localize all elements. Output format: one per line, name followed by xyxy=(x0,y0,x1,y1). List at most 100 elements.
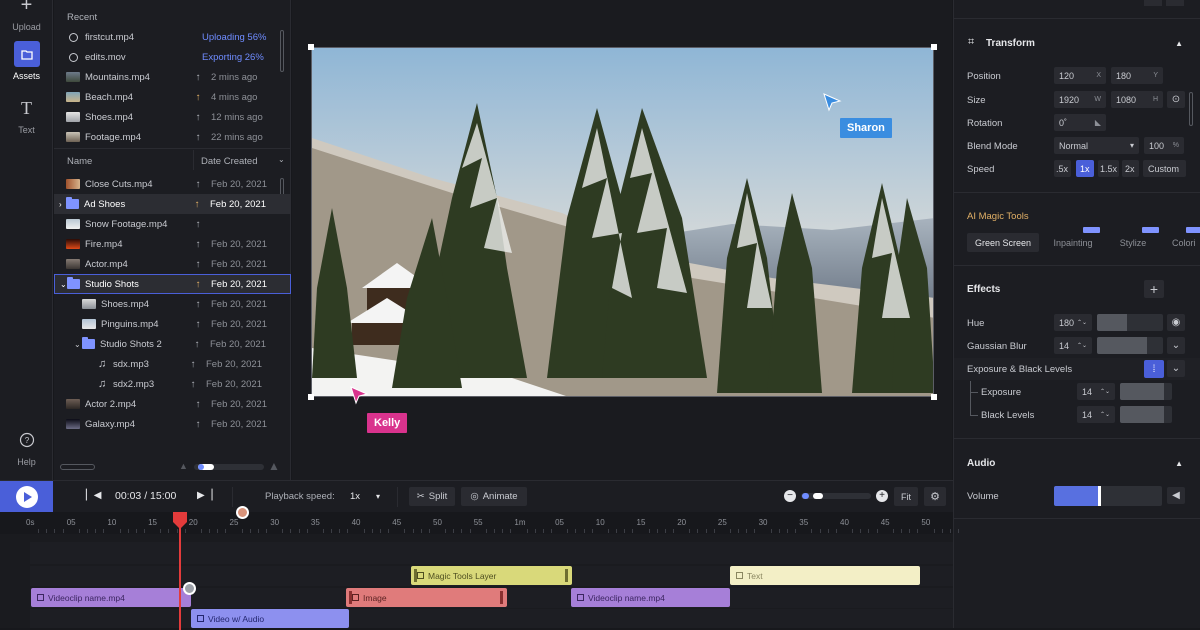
file-row[interactable]: Actor 2.mp4 ↑ Feb 20, 2021 xyxy=(54,394,291,414)
file-row[interactable]: ♫ sdx.mp3 ↑ Feb 20, 2021 xyxy=(54,354,291,374)
black-levels-field[interactable]: 14 ⌃⌄ xyxy=(1077,406,1115,423)
sort-chevron-icon[interactable]: ⌄ xyxy=(278,155,285,164)
speed-option[interactable]: Custom xyxy=(1143,160,1186,177)
file-row[interactable]: ♫ sdx2.mp3 ↑ Feb 20, 2021 xyxy=(54,374,291,394)
text-nav-button[interactable]: T Text xyxy=(0,95,53,136)
file-row[interactable]: Snow Footage.mp4 ↑ xyxy=(54,214,291,234)
timeline-clip-video[interactable]: Videoclip name.mp4 xyxy=(571,588,730,607)
resize-handle[interactable] xyxy=(308,394,314,400)
exposure-field[interactable]: 14 ⌃⌄ xyxy=(1077,383,1115,400)
skip-forward-icon[interactable]: ▶▕ xyxy=(197,490,212,501)
timeline-ruler[interactable]: 0s 05 10 15 20 25 30 35 40 45 50 55 1m 05 10 15 20 25 30 35… xyxy=(0,512,959,534)
recent-item[interactable]: Beach.mp4 ↑ 4 mins ago xyxy=(54,87,291,107)
playback-speed-select[interactable]: 1x ▾ xyxy=(344,487,388,506)
playhead-handle-icon[interactable] xyxy=(173,512,187,533)
collapse-chevron-icon[interactable]: ⌄ xyxy=(74,340,82,349)
link-icon[interactable]: ⊙ xyxy=(1167,91,1185,108)
resize-handle[interactable] xyxy=(308,44,314,50)
hue-field[interactable]: 180 ⌃⌄ xyxy=(1054,314,1092,331)
fit-button[interactable]: Fit xyxy=(894,487,918,506)
date-column-header[interactable]: Date Created xyxy=(201,156,258,167)
expand-chevron-icon[interactable]: › xyxy=(59,200,66,209)
clip-trim-handle[interactable] xyxy=(565,569,568,582)
speed-option-selected[interactable]: 1x xyxy=(1076,160,1094,177)
position-x-field[interactable]: 120 X xyxy=(1054,67,1106,84)
ruler-minor-tick xyxy=(143,529,145,533)
add-effect-icon[interactable]: + xyxy=(1144,280,1164,298)
ai-tab-stylize[interactable]: Stylize xyxy=(1109,233,1157,252)
eye-icon[interactable]: ◉ xyxy=(1167,314,1185,331)
ruler-tick-label: 55 xyxy=(473,518,483,527)
resize-handle[interactable] xyxy=(931,44,937,50)
file-row[interactable]: Fire.mp4 ↑ Feb 20, 2021 xyxy=(54,234,291,254)
ai-tab-inpainting[interactable]: Inpainting xyxy=(1043,233,1103,252)
hue-slider[interactable] xyxy=(1097,314,1163,331)
recent-item[interactable]: Mountains.mp4 ↑ 2 mins ago xyxy=(54,67,291,87)
zoom-slider-handle[interactable] xyxy=(813,493,823,499)
file-row[interactable]: › Ad Shoes ↑ Feb 20, 2021 xyxy=(54,194,291,214)
panel-button[interactable] xyxy=(1144,0,1162,6)
settings-gear-icon[interactable]: ⚙ xyxy=(924,487,946,506)
clip-trim-handle[interactable] xyxy=(414,569,417,582)
position-y-field[interactable]: 180 Y xyxy=(1111,67,1163,84)
volume-slider-handle[interactable] xyxy=(1098,486,1102,506)
volume-slider[interactable] xyxy=(1054,486,1162,506)
clip-trim-handle[interactable] xyxy=(349,591,352,604)
clip-trim-handle[interactable] xyxy=(500,591,503,604)
upload-nav-button[interactable]: + Upload xyxy=(0,0,53,32)
animate-button[interactable]: ◎ Animate xyxy=(461,487,527,506)
file-row[interactable]: ⌄ Studio Shots 2 ↑ Feb 20, 2021 xyxy=(54,334,291,354)
recent-item[interactable]: edits.mov Exporting 26% xyxy=(54,47,291,67)
chevron-down-icon[interactable]: ⌄ xyxy=(1167,337,1185,354)
blend-mode-select[interactable]: Normal ▾ xyxy=(1054,137,1139,154)
file-row[interactable]: Actor.mp4 ↑ Feb 20, 2021 xyxy=(54,254,291,274)
group-toggle-icon[interactable]: ⁞ xyxy=(1144,360,1164,378)
zoom-in-icon[interactable]: + xyxy=(876,490,888,502)
split-button[interactable]: ✂ Split xyxy=(409,487,455,506)
file-row[interactable]: Close Cuts.mp4 ↑ Feb 20, 2021 xyxy=(54,174,291,194)
name-column-header[interactable]: Name xyxy=(67,156,92,167)
ai-tab-colorize[interactable]: Colori xyxy=(1168,233,1200,252)
play-button[interactable] xyxy=(0,481,53,513)
collapse-chevron-icon[interactable]: ▲ xyxy=(1175,39,1183,48)
assets-nav-button[interactable]: Assets xyxy=(0,41,53,81)
size-h-field[interactable]: 1080 H xyxy=(1111,91,1163,108)
chevron-down-icon[interactable]: ⌄ xyxy=(1167,360,1185,377)
collapse-chevron-icon[interactable]: ⌄ xyxy=(60,280,67,289)
zoom-slider[interactable] xyxy=(801,493,871,499)
horizontal-scrollbar[interactable] xyxy=(60,464,95,470)
ai-tab-green-screen[interactable]: Green Screen xyxy=(967,233,1039,252)
blur-slider[interactable] xyxy=(1097,337,1163,354)
recent-item[interactable]: Footage.mp4 ↑ 22 mins ago xyxy=(54,127,291,147)
recent-item[interactable]: Shoes.mp4 ↑ 12 mins ago xyxy=(54,107,291,127)
resize-handle[interactable] xyxy=(931,394,937,400)
recent-item[interactable]: firstcut.mp4 Uploading 56% xyxy=(54,27,291,47)
timeline-clip-image[interactable]: Image xyxy=(346,588,507,607)
black-levels-slider[interactable] xyxy=(1120,406,1172,423)
timeline-clip-audio[interactable]: Video w/ Audio xyxy=(191,609,349,628)
file-row[interactable]: Galaxy.mp4 ↑ Feb 20, 2021 xyxy=(54,414,291,434)
zoom-out-icon[interactable]: − xyxy=(784,490,796,502)
panel-scrollbar[interactable] xyxy=(1189,92,1193,126)
blur-field[interactable]: 14 ⌃⌄ xyxy=(1054,337,1092,354)
panel-button[interactable] xyxy=(1166,0,1184,6)
timeline-clip-text[interactable]: Text xyxy=(730,566,920,585)
file-row[interactable]: Pinguins.mp4 ↑ Feb 20, 2021 xyxy=(54,314,291,334)
timeline-clip-ai[interactable]: Magic Tools Layer xyxy=(411,566,572,585)
exposure-slider[interactable] xyxy=(1120,383,1172,400)
size-w-field[interactable]: 1920 W xyxy=(1054,91,1106,108)
thumbnail-size-slider[interactable] xyxy=(194,464,264,470)
speed-option[interactable]: 2x xyxy=(1122,160,1139,177)
blend-opacity-field[interactable]: 100% xyxy=(1144,137,1184,154)
file-row-selected[interactable]: ⌄ Studio Shots ↑ Feb 20, 2021 xyxy=(54,274,291,294)
file-row[interactable]: Shoes.mp4 ↑ Feb 20, 2021 xyxy=(54,294,291,314)
skip-back-icon[interactable]: ▏◀ xyxy=(86,490,101,501)
speed-option[interactable]: .5x xyxy=(1054,160,1071,177)
speed-option[interactable]: 1.5x xyxy=(1098,160,1119,177)
timeline-clip-video[interactable]: Videoclip name.mp4 xyxy=(31,588,191,607)
rotation-value: 0˚ xyxy=(1059,117,1068,128)
rotation-field[interactable]: 0˚ ◣ xyxy=(1054,114,1106,131)
help-nav-button[interactable]: ? Help xyxy=(0,427,53,467)
collapse-chevron-icon[interactable]: ▲ xyxy=(1175,459,1183,468)
speaker-icon[interactable]: ◀ xyxy=(1167,487,1185,504)
